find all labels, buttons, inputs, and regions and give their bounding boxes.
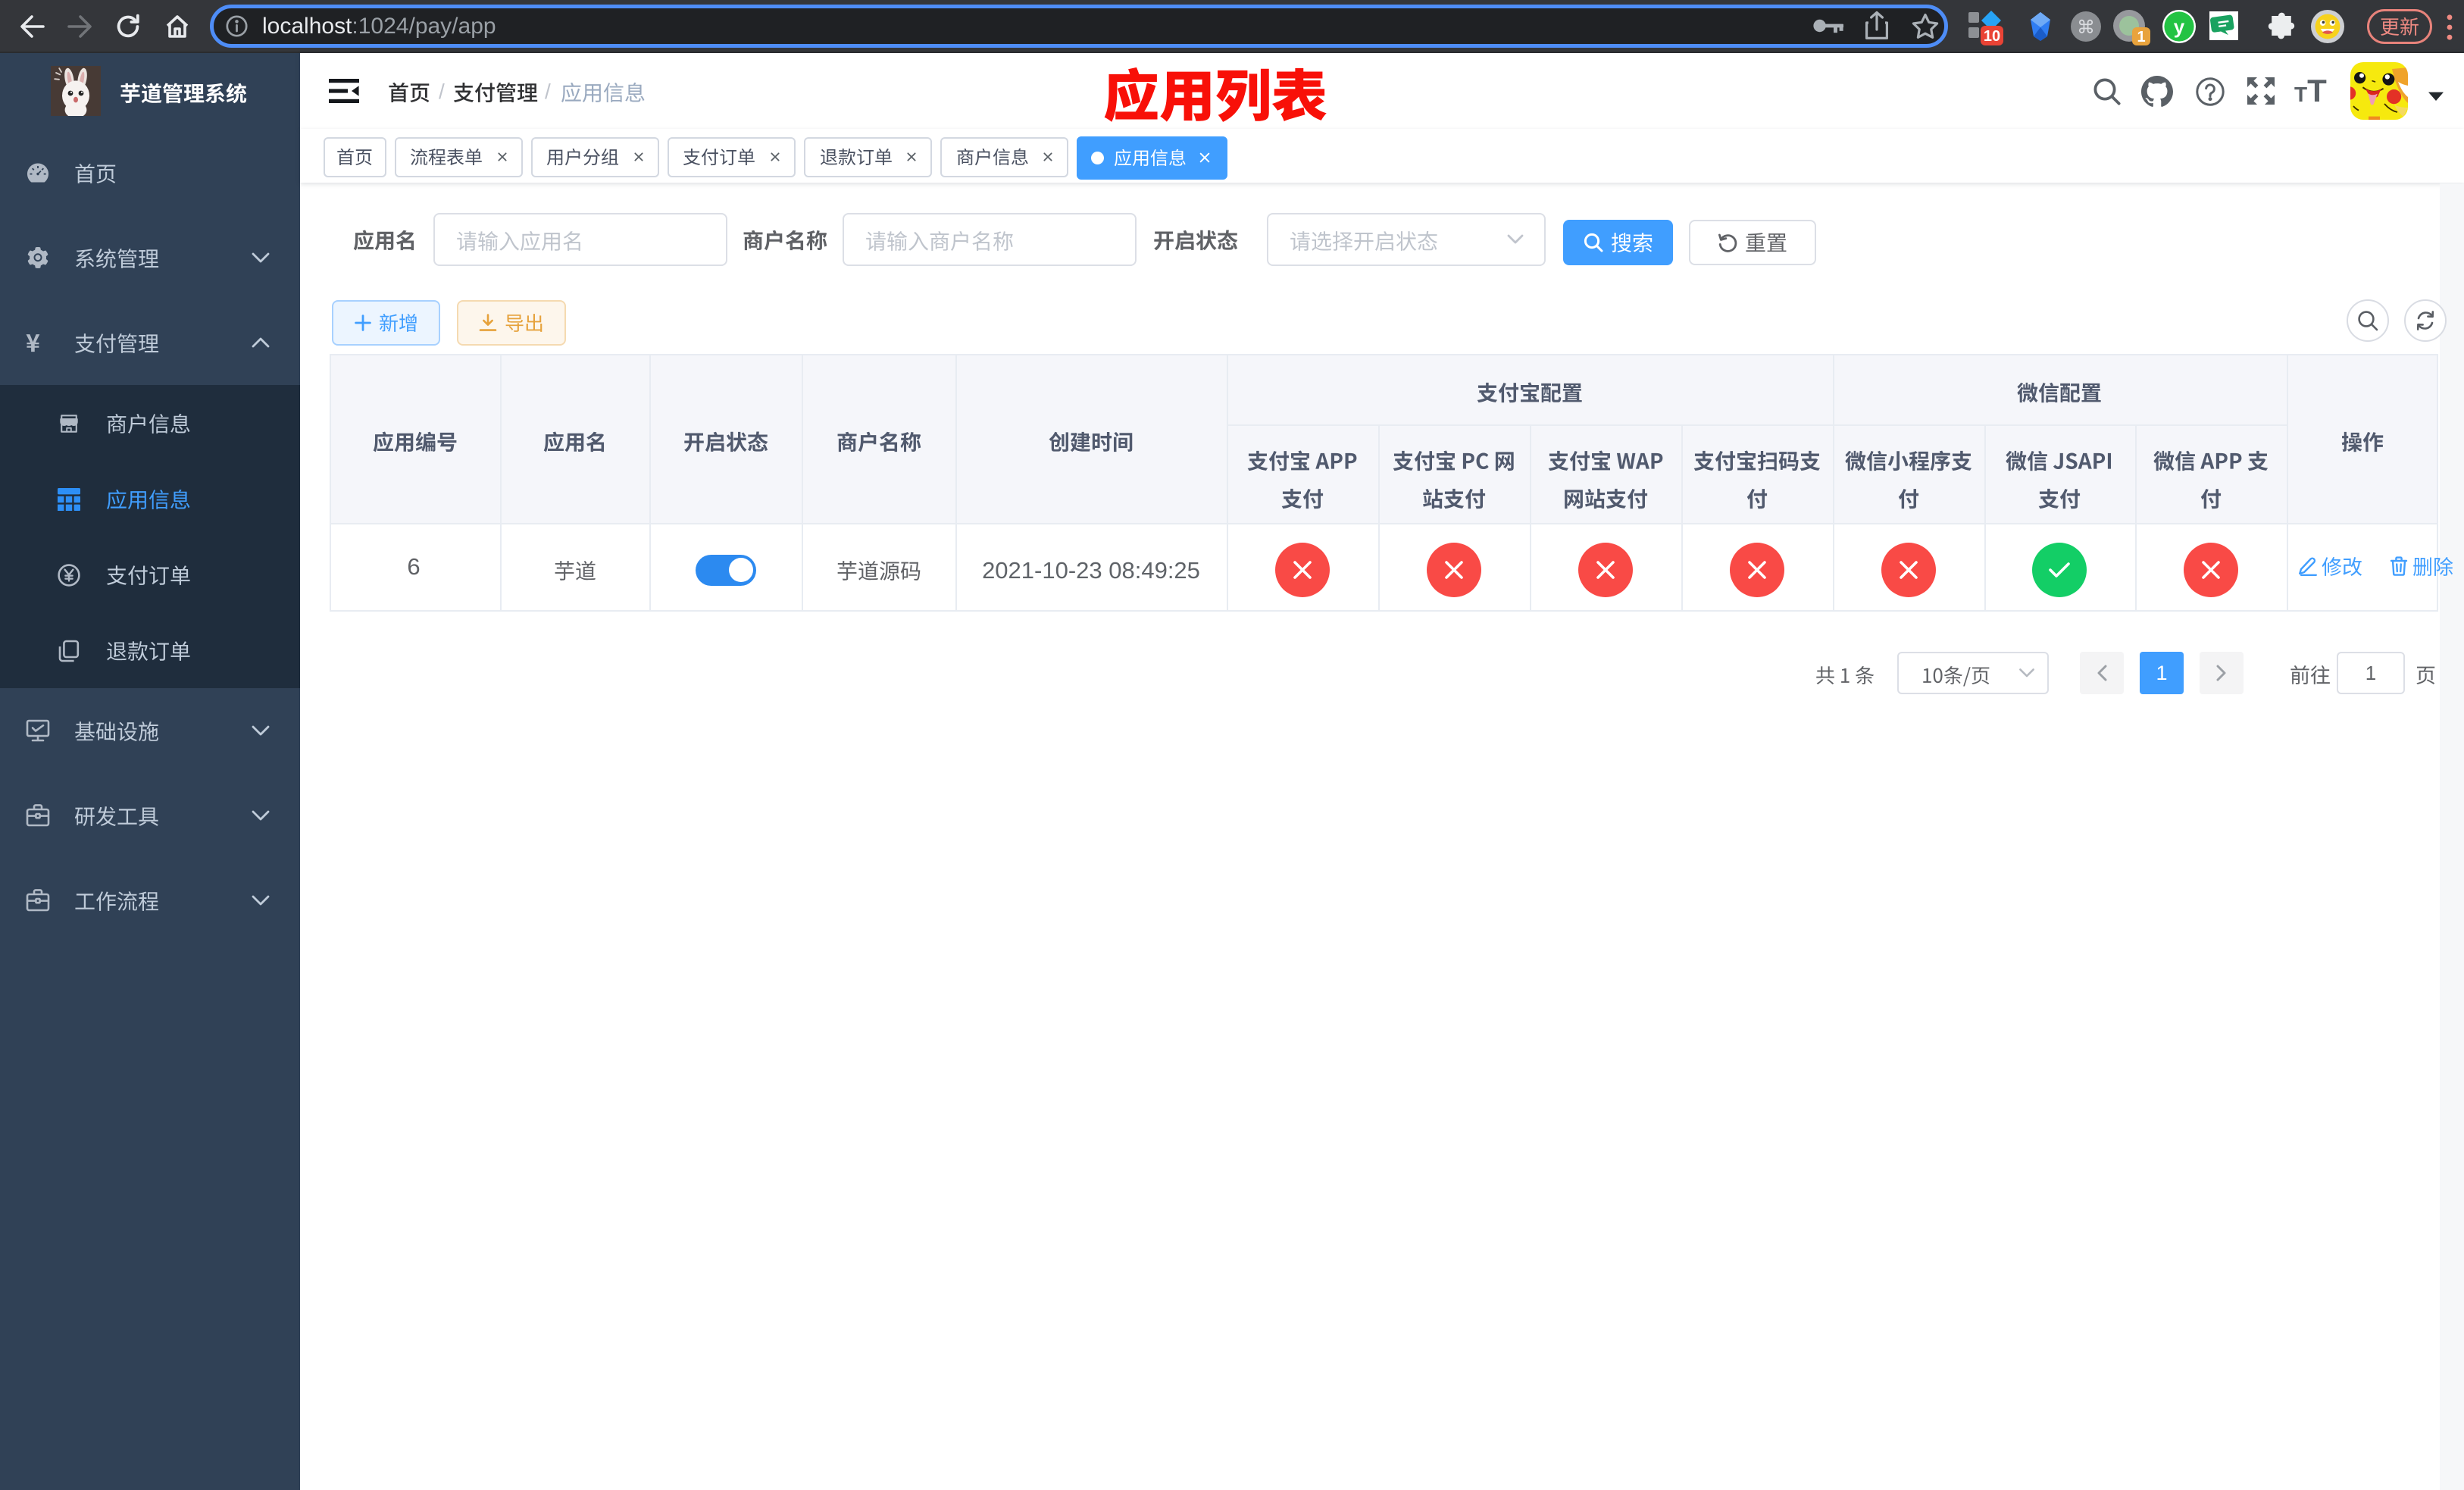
svg-text:⌘: ⌘ — [2077, 17, 2095, 38]
svg-text:10: 10 — [1984, 28, 2000, 45]
svg-text:1: 1 — [2137, 29, 2145, 45]
svg-text:y: y — [2174, 15, 2185, 38]
